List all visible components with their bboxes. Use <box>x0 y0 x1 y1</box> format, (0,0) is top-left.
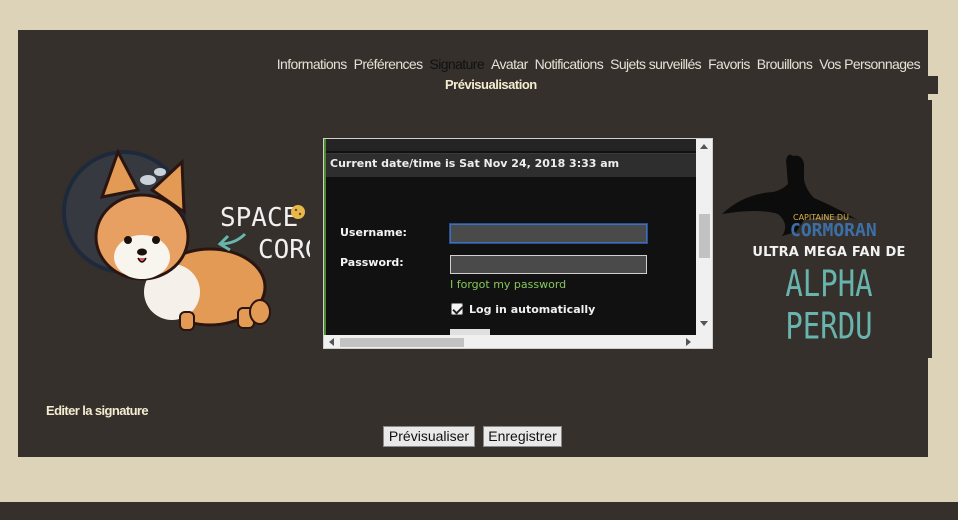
edit-signature-link[interactable]: Editer la signature <box>46 403 149 418</box>
vertical-scroll-thumb[interactable] <box>699 214 710 258</box>
nav-item-brouillons[interactable]: Brouillons <box>757 56 813 72</box>
signature-iframe: Current date/time is Sat Nov 24, 2018 3:… <box>323 138 713 349</box>
alpha-perdu-text: ALPHA PERDU <box>785 262 873 347</box>
panel-edge <box>928 100 932 358</box>
scroll-up-icon[interactable] <box>700 144 708 149</box>
nav-item-notifications[interactable]: Notifications <box>535 56 604 72</box>
forgot-password-link[interactable]: I forgot my password <box>450 278 566 291</box>
scrollbar-corner <box>696 335 712 348</box>
fan-text: ULTRA MEGA FAN DE <box>752 245 906 260</box>
horizontal-scroll-thumb[interactable] <box>340 338 464 347</box>
auto-login-checkbox[interactable] <box>451 303 463 315</box>
username-label: Username: <box>340 226 407 239</box>
preview-heading: Prévisualisation <box>445 77 537 92</box>
nav-item-favoris[interactable]: Favoris <box>708 56 750 72</box>
nav-item-signature[interactable]: Signature <box>430 56 485 72</box>
save-button[interactable]: Enregistrer <box>483 426 562 447</box>
page-footer-bar <box>0 502 958 520</box>
profile-panel: Informations Préférences Signature Avata… <box>18 30 928 457</box>
cookie-icon <box>291 205 305 219</box>
nav-item-avatar[interactable]: Avatar <box>491 56 528 72</box>
scroll-down-icon[interactable] <box>700 321 708 326</box>
iframe-content: Current date/time is Sat Nov 24, 2018 3:… <box>324 139 696 337</box>
profile-nav: Informations Préférences Signature Avata… <box>277 56 921 72</box>
nav-item-informations[interactable]: Informations <box>277 56 347 72</box>
password-label: Password: <box>340 256 404 269</box>
nav-item-sujets-surveilles[interactable]: Sujets surveillés <box>610 56 702 72</box>
password-input[interactable] <box>450 255 647 274</box>
iframe-horizontal-scrollbar[interactable] <box>324 335 696 348</box>
panel-notch <box>928 76 938 94</box>
auto-login-label: Log in automatically <box>469 303 596 316</box>
nav-item-preferences[interactable]: Préférences <box>354 56 423 72</box>
corgi-text-corgi: CORGI <box>258 235 310 265</box>
username-input[interactable] <box>450 224 647 243</box>
space-corgi-image: SPACE CORGI <box>62 148 310 331</box>
iframe-vertical-scrollbar[interactable] <box>696 139 712 335</box>
corgi-text-space: SPACE <box>220 203 298 233</box>
nav-item-vos-personnages[interactable]: Vos Personnages <box>819 56 920 72</box>
preview-button[interactable]: Prévisualiser <box>383 426 475 447</box>
iframe-topbar <box>326 139 696 151</box>
cormoran-word: CORMORAN <box>790 220 877 241</box>
current-datetime: Current date/time is Sat Nov 24, 2018 3:… <box>330 157 620 170</box>
scroll-right-icon[interactable] <box>686 338 691 346</box>
scroll-left-icon[interactable] <box>329 338 334 346</box>
